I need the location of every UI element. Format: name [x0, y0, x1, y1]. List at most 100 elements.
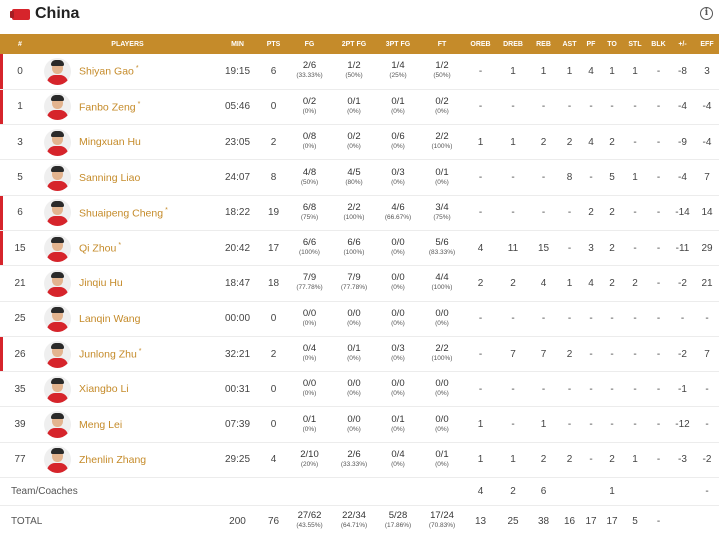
three-pointers: 0/0 (0%) — [376, 265, 420, 302]
team-name: China — [35, 5, 80, 22]
total-two-pointers: 22/34 (64.71%) — [340, 510, 368, 530]
col-header-dreb[interactable]: DREB — [497, 34, 529, 54]
two-pointers: 0/0 (0%) — [332, 371, 376, 408]
col-header-reb[interactable]: REB — [529, 34, 558, 54]
minutes: 00:31 — [215, 371, 260, 408]
stat-eff: 14 — [695, 195, 719, 231]
stat-stl: 1 — [623, 159, 647, 196]
col-header-players[interactable]: PLAYERS — [40, 34, 215, 54]
col-header-eff[interactable]: EFF — [695, 34, 719, 54]
player-name-link[interactable]: Fanbo Zeng * — [79, 101, 140, 114]
stat-oreb: 1 — [464, 442, 497, 479]
col-header-plus-minus[interactable]: # — [0, 34, 40, 54]
points: 18 — [260, 265, 287, 302]
player-name-link[interactable]: Qi Zhou * — [79, 242, 121, 255]
stat-reb: 7 — [529, 336, 558, 373]
player-name-link[interactable]: Shiyan Gao * — [79, 65, 139, 78]
table-row[interactable]: 77 Zhenlin Zhang 29:25 4 2/10 (20%) 2/6 (33.33%… — [0, 442, 719, 479]
player-name-link[interactable]: Lanqin Wang — [79, 313, 141, 325]
player-name-link[interactable]: Zhenlin Zhang — [79, 454, 146, 466]
total-to: 17 — [606, 515, 618, 527]
table-row[interactable]: 35 Xiangbo Li 00:31 0 0/0 (0%) 0/0 (0%) 0/0 (0%) 0… — [0, 371, 719, 408]
col-header-pts[interactable]: PTS — [260, 34, 287, 54]
table-row[interactable]: 1 Fanbo Zeng * 05:46 0 0/2 (0%) 0/1 (0%) 0/1 (0%) 0… — [0, 89, 719, 126]
stat-p3 — [376, 477, 420, 507]
player-cell[interactable]: Zhenlin Zhang — [40, 442, 215, 479]
table-row[interactable]: 21 Jinqiu Hu 18:47 18 7/9 (77.78%) 7/9 (77.78%)… — [0, 265, 719, 302]
table-row[interactable]: 0 Shiyan Gao * 19:15 6 2/6 (33.33%) 1/2 (50%) 1/4… — [0, 54, 719, 90]
player-name-link[interactable]: Sanning Liao — [79, 172, 140, 184]
col-header-ast[interactable]: AST — [558, 34, 581, 54]
col-header-stl[interactable]: STL — [623, 34, 647, 54]
points: 2 — [260, 124, 287, 161]
table-row[interactable]: 6 Shuaipeng Cheng * 18:22 19 6/8 (75%) 2/2 (100%… — [0, 195, 719, 231]
player-name-link[interactable]: Junlong Zhu * — [79, 348, 142, 361]
player-cell[interactable]: Meng Lei — [40, 406, 215, 443]
points: 17 — [260, 230, 287, 267]
total-oreb: 13 — [474, 515, 487, 527]
table-row[interactable]: 26 Junlong Zhu * 32:21 2 0/4 (0%) 0/1 (0%) 0/3 (0%… — [0, 336, 719, 373]
col-header-fg[interactable]: FG — [287, 34, 332, 54]
table-row[interactable]: 3 Mingxuan Hu 23:05 2 0/8 (0%) 0/2 (0%) 0/6 (0%) 2… — [0, 124, 719, 161]
player-cell[interactable]: Xiangbo Li — [40, 371, 215, 408]
points: 0 — [260, 371, 287, 408]
player-cell[interactable]: Sanning Liao — [40, 159, 215, 196]
player-cell[interactable]: Jinqiu Hu — [40, 265, 215, 302]
col-header-ft[interactable]: FT — [420, 34, 464, 54]
col-header-3pt-fg[interactable]: 3PT FG — [376, 34, 420, 54]
minutes: 05:46 — [215, 89, 260, 126]
stat-stl: 1 — [623, 442, 647, 479]
stat-eff: 7 — [695, 159, 719, 196]
table-row[interactable]: 25 Lanqin Wang 00:00 0 0/0 (0%) 0/0 (0%) 0/0 (0%)… — [0, 301, 719, 337]
free-throws: 0/0 (0%) — [420, 301, 464, 337]
col-header-min[interactable]: MIN — [215, 34, 260, 54]
stat-to: 2 — [601, 124, 623, 161]
table-row[interactable]: 15 Qi Zhou * 20:42 17 6/6 (100%) 6/6 (100%) 0/0 (0… — [0, 230, 719, 267]
avatar — [44, 57, 71, 85]
stat-to: - — [601, 406, 623, 443]
col-header-to[interactable]: TO — [601, 34, 623, 54]
info-icon[interactable]: i — [700, 7, 713, 20]
two-pointers: 1/2 (50%) — [332, 54, 376, 90]
total-three-pointers: 5/28 (17.86%) — [384, 510, 412, 530]
player-name-link[interactable]: Mingxuan Hu — [79, 136, 141, 148]
stat-ast: 2 — [558, 124, 581, 161]
stat-ast: - — [558, 301, 581, 337]
stat-oreb: 2 — [464, 265, 497, 302]
free-throws: 4/4 (100%) — [420, 265, 464, 302]
stat-pm: -4 — [670, 89, 695, 126]
total-ast: 16 — [563, 515, 576, 527]
player-cell[interactable]: Fanbo Zeng * — [40, 89, 215, 126]
jersey-number: 1 — [0, 89, 40, 126]
stat-to: 2 — [601, 265, 623, 302]
field-goals: 0/1 (0%) — [287, 406, 332, 443]
player-cell[interactable]: Junlong Zhu * — [40, 336, 215, 373]
minutes: 18:47 — [215, 265, 260, 302]
free-throws: 2/2 (100%) — [420, 124, 464, 161]
col-header-blk[interactable]: BLK — [647, 34, 670, 54]
col-header-oreb[interactable]: OREB — [464, 34, 497, 54]
player-name-link[interactable]: Jinqiu Hu — [79, 277, 123, 289]
player-cell[interactable]: Shuaipeng Cheng * — [40, 195, 215, 231]
field-goals: 0/4 (0%) — [287, 336, 332, 373]
col-header-2pt-fg[interactable]: 2PT FG — [332, 34, 376, 54]
table-row[interactable]: 39 Meng Lei 07:39 0 0/1 (0%) 0/0 (0%) 0/1 (0%) 0/0… — [0, 406, 719, 443]
player-name-link[interactable]: Shuaipeng Cheng * — [79, 207, 168, 220]
player-cell[interactable]: Qi Zhou * — [40, 230, 215, 267]
avatar — [44, 93, 71, 121]
col-header-plus-minus[interactable]: +/- — [670, 34, 695, 54]
player-cell[interactable]: Lanqin Wang — [40, 301, 215, 337]
player-cell[interactable]: Mingxuan Hu — [40, 124, 215, 161]
stat-reb: 15 — [529, 230, 558, 267]
player-name-link[interactable]: Xiangbo Li — [79, 383, 129, 395]
stat-pm: -4 — [670, 159, 695, 196]
table-row[interactable]: 5 Sanning Liao 24:07 8 4/8 (50%) 4/5 (80%) 0/3 (0… — [0, 159, 719, 196]
stat-stl: - — [623, 230, 647, 267]
stat-to: - — [601, 336, 623, 373]
player-name-link[interactable]: Meng Lei — [79, 419, 122, 431]
stat-to: 5 — [601, 159, 623, 196]
minutes: 07:39 — [215, 406, 260, 443]
col-header-pf[interactable]: PF — [581, 34, 601, 54]
jersey-number: 6 — [0, 195, 40, 231]
player-cell[interactable]: Shiyan Gao * — [40, 54, 215, 90]
